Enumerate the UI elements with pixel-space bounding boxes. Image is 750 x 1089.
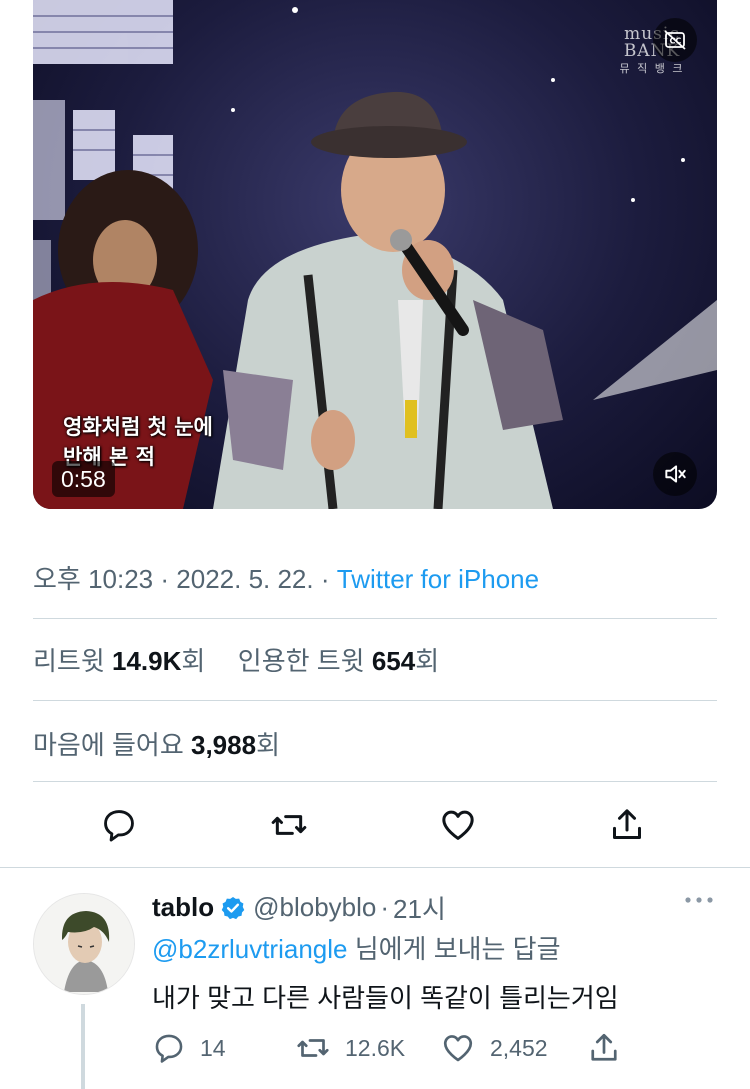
tweet-timestamp-line: 오후 10:23 · 2022. 5. 22. · Twitter for iP… — [33, 564, 540, 594]
avatar[interactable] — [33, 893, 135, 995]
share-icon — [591, 1033, 617, 1061]
share-button[interactable] — [602, 800, 652, 850]
reply-share-button[interactable] — [586, 1028, 622, 1068]
reply-action-bar: 14 12.6K 2,452 — [152, 1028, 712, 1068]
retweet-icon — [297, 1039, 329, 1057]
reply-header: tablo @blobyblo · 21시 — [152, 889, 446, 926]
more-dots-icon — [685, 897, 713, 903]
thread-connector-line — [81, 1004, 85, 1089]
tweet-client-link[interactable]: Twitter for iPhone — [337, 564, 539, 594]
tweet-action-bar — [0, 800, 750, 850]
reply-time[interactable]: 21시 — [393, 889, 446, 926]
likes-stat[interactable]: 마음에 들어요 3,988회 — [33, 725, 280, 762]
heart-icon — [442, 810, 474, 840]
share-icon — [613, 809, 641, 839]
closed-captions-button[interactable]: CC — [653, 18, 697, 62]
heart-icon — [443, 1035, 473, 1062]
verified-badge-icon — [220, 895, 246, 921]
retweet-icon — [271, 815, 307, 835]
reply-retweet-button[interactable]: 12.6K — [295, 1028, 405, 1068]
replying-to-line: @b2zrluvtriangle 님에게 보내는 답글 — [152, 934, 561, 964]
more-options-button[interactable] — [684, 893, 714, 912]
tweet-date[interactable]: 2022. 5. 22. — [176, 564, 313, 594]
like-button[interactable] — [433, 800, 483, 850]
reply-button[interactable] — [94, 800, 144, 850]
reply-author-name[interactable]: tablo — [152, 892, 214, 923]
divider — [33, 781, 717, 782]
reply-retweet-count: 12.6K — [345, 1034, 406, 1061]
retweet-button[interactable] — [264, 800, 314, 850]
reply-reply-button[interactable]: 14 — [152, 1028, 226, 1068]
speaker-muted-icon — [665, 465, 686, 483]
video-duration-badge: 0:58 — [52, 461, 115, 497]
reply-like-count: 2,452 — [490, 1034, 548, 1061]
reply-icon — [104, 810, 134, 842]
quote-tweets-stat[interactable]: 인용한 트윗 654회 — [238, 646, 439, 676]
retweets-stat[interactable]: 리트윗 14.9K회 — [33, 646, 213, 676]
reply-count: 14 — [200, 1034, 226, 1061]
mute-button[interactable] — [653, 452, 697, 496]
reply-to-mention[interactable]: @b2zrluvtriangle — [152, 934, 347, 964]
reply-body-text: 내가 맞고 다른 사람들이 똑같이 틀리는거임 — [152, 983, 619, 1013]
divider — [33, 700, 717, 701]
reply-icon — [155, 1034, 183, 1063]
divider — [0, 867, 750, 868]
reply-like-button[interactable]: 2,452 — [440, 1028, 548, 1068]
tweet-time[interactable]: 오후 10:23 — [33, 564, 153, 594]
closed-captions-off-icon: CC — [664, 30, 686, 50]
divider — [33, 618, 717, 619]
tweet-video[interactable]: music BANK 뮤 직 뱅 크 CC 영화처럼 첫 눈에 반해 본 적 0… — [33, 0, 717, 509]
avatar-illustration — [34, 894, 134, 994]
retweet-quote-stats: 리트윗 14.9K회 인용한 트윗 654회 — [33, 641, 439, 678]
reply-author-handle[interactable]: @blobyblo — [253, 892, 376, 923]
